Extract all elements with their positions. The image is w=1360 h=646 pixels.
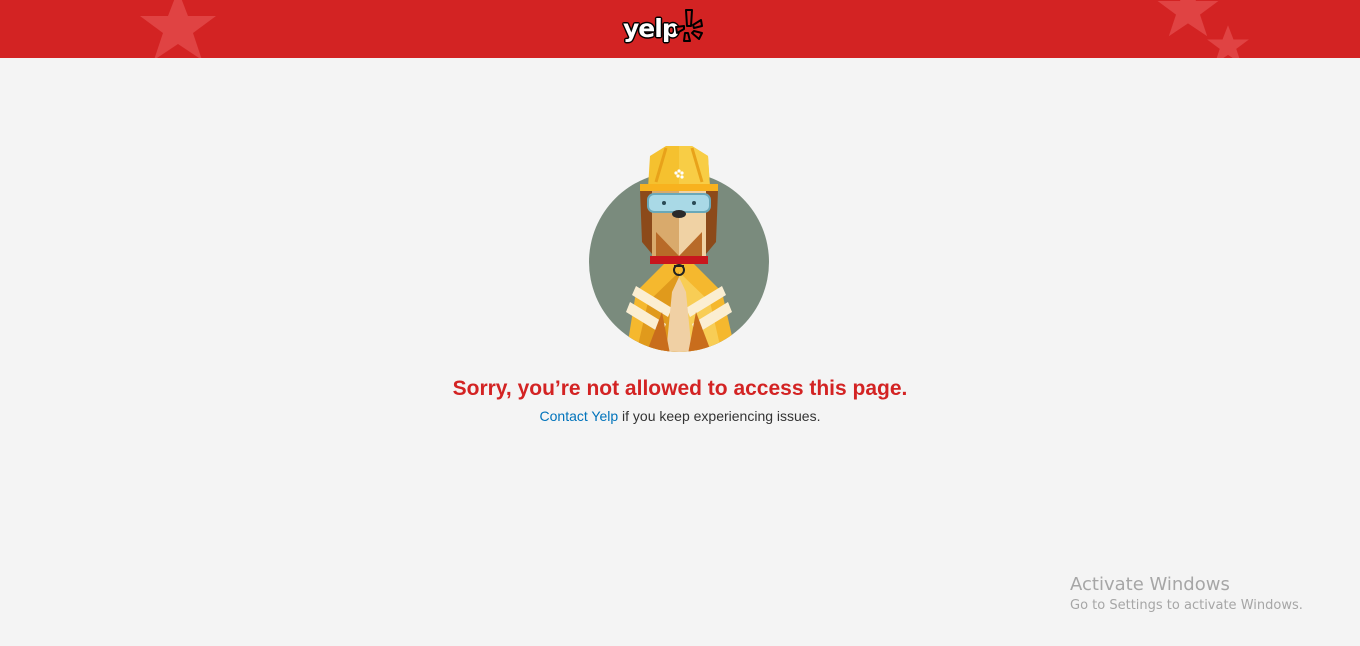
contact-message-suffix: if you keep experiencing issues. bbox=[618, 408, 821, 424]
contact-message: Contact Yelp if you keep experiencing is… bbox=[0, 406, 1360, 426]
yelp-logo[interactable]: yelp bbox=[620, 6, 704, 50]
watermark-title: Activate Windows bbox=[1070, 574, 1230, 595]
contact-yelp-link[interactable]: Contact Yelp bbox=[540, 408, 619, 424]
access-denied-title: Sorry, you’re not allowed to access this… bbox=[452, 377, 908, 400]
yelp-burst-icon bbox=[675, 9, 703, 42]
star-decoration-icon bbox=[1207, 25, 1249, 58]
watermark-subtitle: Go to Settings to activate Windows. bbox=[1070, 598, 1303, 613]
construction-dog-illustration bbox=[589, 146, 769, 352]
windows-activation-watermark: Activate Windows Go to Settings to activ… bbox=[1070, 574, 1303, 616]
yelp-logo-text: yelp bbox=[623, 14, 680, 43]
site-header: yelp bbox=[0, 0, 1360, 58]
star-decoration-icon bbox=[140, 0, 216, 58]
